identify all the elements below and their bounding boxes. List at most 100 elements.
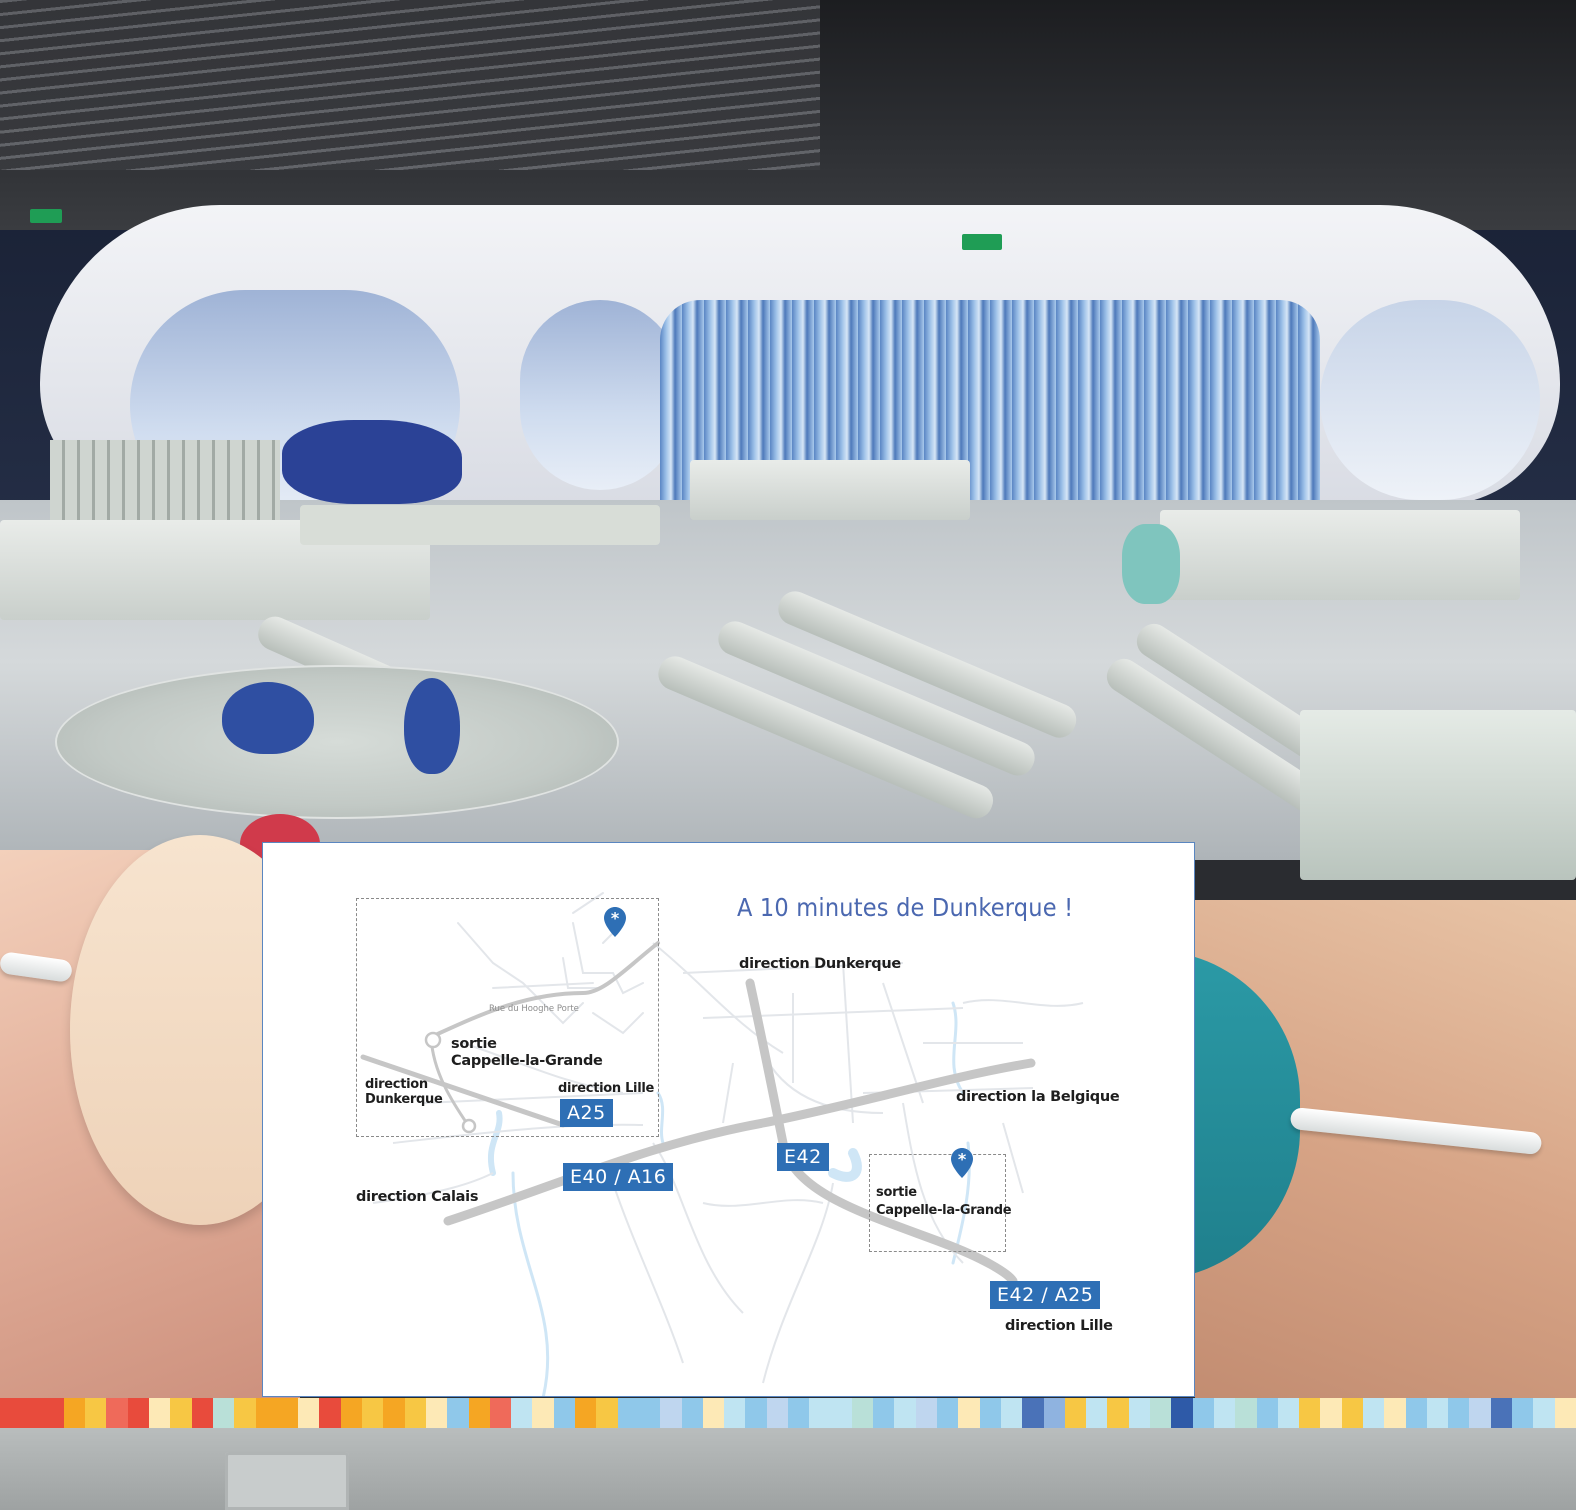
svg-text:*: *: [958, 1150, 967, 1169]
color-strip-segment: [702, 1398, 725, 1428]
color-strip-segment: [787, 1398, 810, 1428]
direction-calais-label: direction Calais: [356, 1189, 479, 1205]
road-badge-e42-a25: E42 / A25: [990, 1281, 1101, 1309]
color-strip-segment: [1533, 1398, 1555, 1428]
color-strip-segment: [1384, 1398, 1406, 1428]
direction-dunkerque-label: direction Dunkerque: [739, 956, 901, 972]
color-strip-segment: [212, 1398, 235, 1428]
color-strip-segment: [1426, 1398, 1449, 1428]
color-strip-segment: [660, 1398, 682, 1428]
color-strip-segment: [1341, 1398, 1363, 1428]
color-strip-segment: [745, 1398, 767, 1428]
color-strip-segment: [979, 1398, 1001, 1428]
color-strip-segment: [766, 1398, 788, 1428]
color-strip-segment: [1320, 1398, 1342, 1428]
color-strip-segment: [809, 1398, 831, 1428]
color-strip-segment: [149, 1398, 171, 1428]
road-badge-e42: E42: [777, 1143, 829, 1171]
decorative-color-strip: [0, 1398, 1576, 1428]
road-badge-e40-a16: E40 / A16: [563, 1163, 674, 1191]
color-strip-segment: [1213, 1398, 1236, 1428]
color-strip-segment: [63, 1398, 86, 1428]
display-table: [690, 460, 970, 520]
color-strip-segment: [468, 1398, 490, 1428]
color-strip-segment: [1490, 1398, 1513, 1428]
color-strip-segment: [255, 1398, 277, 1428]
display-table: [1300, 710, 1576, 880]
color-strip-segment: [873, 1398, 895, 1428]
location-pin-icon: *: [951, 1148, 973, 1178]
ceiling: [0, 0, 1576, 230]
color-strip-segment: [1554, 1398, 1576, 1428]
counter-plaque: [225, 1452, 349, 1510]
exit-label-cappelle: Cappelle-la-Grande: [451, 1053, 603, 1069]
display-table: [1160, 510, 1520, 600]
color-strip-segment: [915, 1398, 938, 1428]
color-strip-segment: [937, 1398, 959, 1428]
map-title: A 10 minutes de Dunkerque !: [737, 893, 1074, 922]
road-badge-a25: A25: [560, 1099, 613, 1127]
architectural-model: [50, 440, 280, 530]
color-strip-segment: [851, 1398, 874, 1428]
color-strip-segment: [958, 1398, 980, 1428]
color-strip-segment: [830, 1398, 852, 1428]
access-map-card: A 10 minutes de Dunkerque ! * * Rue du H…: [262, 842, 1195, 1397]
color-strip-segment: [127, 1398, 150, 1428]
color-strip-segment: [1086, 1398, 1108, 1428]
color-strip-segment: [617, 1398, 639, 1428]
color-strip-segment: [596, 1398, 618, 1428]
color-strip-segment: [681, 1398, 703, 1428]
exit-label-sortie: sortie: [451, 1036, 497, 1052]
color-strip-segment: [1107, 1398, 1129, 1428]
pod-opening-middle: [520, 300, 680, 490]
color-strip-segment: [42, 1398, 64, 1428]
color-strip-segment: [553, 1398, 576, 1428]
color-strip-segment: [1448, 1398, 1470, 1428]
color-strip-segment: [191, 1398, 213, 1428]
color-strip-segment: [404, 1398, 426, 1428]
color-strip-segment: [724, 1398, 746, 1428]
color-strip-segment: [638, 1398, 661, 1428]
color-strip-segment: [1299, 1398, 1321, 1428]
color-strip-segment: [0, 1398, 22, 1428]
color-strip-segment: [1171, 1398, 1193, 1428]
color-strip-segment: [1000, 1398, 1023, 1428]
teal-stool: [1122, 524, 1180, 604]
color-strip-segment: [532, 1398, 554, 1428]
color-strip-segment: [1277, 1398, 1300, 1428]
color-strip-segment: [106, 1398, 128, 1428]
inset-direction-label: direction: [365, 1077, 428, 1092]
display-table: [300, 505, 660, 545]
blue-beanbag: [282, 420, 462, 504]
color-strip-segment: [1022, 1398, 1044, 1428]
inset-dunkerque-label: Dunkerque: [365, 1092, 443, 1107]
color-strip-segment: [276, 1398, 299, 1428]
exit-sign-icon: [30, 209, 62, 223]
color-strip-segment: [1235, 1398, 1257, 1428]
svg-text:*: *: [611, 909, 620, 928]
color-strip-segment: [170, 1398, 192, 1428]
color-strip-segment: [1064, 1398, 1087, 1428]
location-pin-icon: *: [604, 907, 626, 937]
color-strip-segment: [1192, 1398, 1214, 1428]
street-label: Rue du Hooghe Porte: [489, 1004, 579, 1014]
color-strip-segment: [362, 1398, 384, 1428]
pod-opening-right: [1320, 300, 1540, 500]
glass-display-case: [55, 665, 619, 819]
color-strip-segment: [425, 1398, 448, 1428]
color-strip-segment: [85, 1398, 107, 1428]
color-strip-segment: [1128, 1398, 1151, 1428]
color-strip-segment: [511, 1398, 533, 1428]
color-strip-segment: [1363, 1398, 1385, 1428]
blue-hen-sculpture: [404, 678, 460, 774]
color-strip-segment: [234, 1398, 256, 1428]
color-strip-segment: [1469, 1398, 1491, 1428]
blue-hen-sculpture: [222, 682, 314, 754]
color-strip-segment: [21, 1398, 43, 1428]
highlight-sortie-label: sortie: [876, 1185, 917, 1200]
color-strip-segment: [340, 1398, 363, 1428]
color-strip-segment: [1043, 1398, 1065, 1428]
color-strip-segment: [1405, 1398, 1427, 1428]
color-strip-segment: [383, 1398, 405, 1428]
exit-sign-icon: [962, 234, 1002, 250]
